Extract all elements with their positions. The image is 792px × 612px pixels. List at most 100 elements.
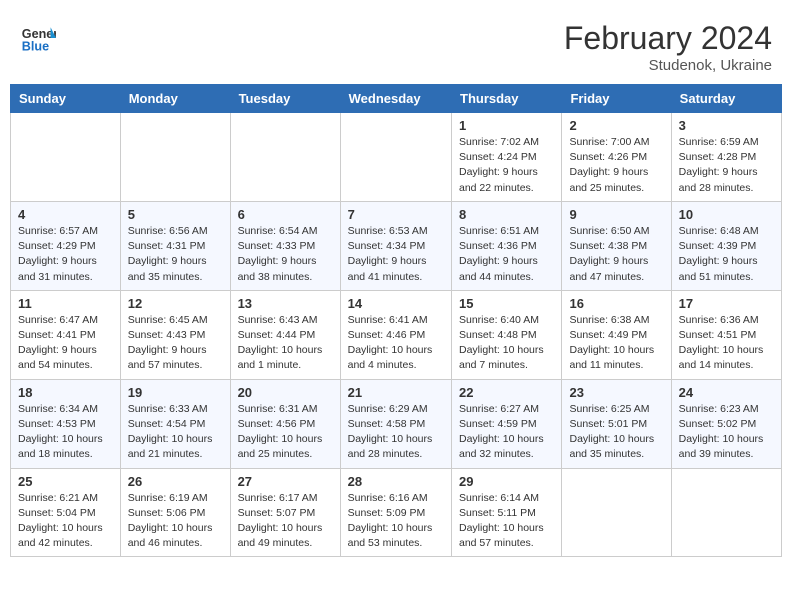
day-info: Sunrise: 6:27 AM Sunset: 4:59 PM Dayligh… (459, 402, 554, 463)
day-number: 11 (18, 296, 113, 311)
title-block: February 2024 Studenok, Ukraine (564, 20, 772, 74)
day-number: 26 (128, 474, 223, 489)
day-number: 17 (679, 296, 774, 311)
table-row: 1 Sunrise: 7:02 AM Sunset: 4:24 PM Daylig… (452, 113, 562, 202)
day-number: 22 (459, 385, 554, 400)
day-number: 5 (128, 207, 223, 222)
table-row: 20Sunrise: 6:31 AM Sunset: 4:56 PM Dayli… (230, 379, 340, 468)
day-number: 25 (18, 474, 113, 489)
table-row: 22 Sunrise: 6:27 AM Sunset: 4:59 PM Dayli… (452, 379, 562, 468)
day-info: Sunrise: 6:43 AM Sunset: 4:44 PM Dayligh… (238, 313, 333, 374)
table-row: 17 Sunrise: 6:36 AM Sunset: 4:51 PM Dayli… (671, 290, 781, 379)
calendar-week-row: 4Sunrise: 6:57 AM Sunset: 4:29 PM Daylig… (11, 201, 782, 290)
table-row: 9 Sunrise: 6:50 AM Sunset: 4:38 PM Daylig… (562, 201, 671, 290)
location-subtitle: Studenok, Ukraine (564, 57, 772, 74)
day-info: Sunrise: 6:54 AM Sunset: 4:33 PM Dayligh… (238, 224, 333, 285)
table-row (562, 468, 671, 557)
day-info: Sunrise: 7:00 AM Sunset: 4:26 PM Dayligh… (569, 135, 663, 196)
col-monday: Monday (120, 85, 230, 113)
calendar-table: Sunday Monday Tuesday Wednesday Thursday… (10, 84, 782, 557)
calendar-week-row: 25 Sunrise: 6:21 AM Sunset: 5:04 PM Dayli… (11, 468, 782, 557)
day-info: Sunrise: 6:19 AM Sunset: 5:06 PM Dayligh… (128, 491, 223, 552)
table-row (11, 113, 121, 202)
svg-text:Blue: Blue (22, 40, 49, 54)
day-number: 12 (128, 296, 223, 311)
day-number: 23 (569, 385, 663, 400)
day-info: Sunrise: 6:40 AM Sunset: 4:48 PM Dayligh… (459, 313, 554, 374)
table-row: 11 Sunrise: 6:47 AM Sunset: 4:41 PM Dayli… (11, 290, 121, 379)
table-row (120, 113, 230, 202)
day-info: Sunrise: 6:34 AM Sunset: 4:53 PM Dayligh… (18, 402, 113, 463)
table-row: 28Sunrise: 6:16 AM Sunset: 5:09 PM Dayli… (340, 468, 451, 557)
col-tuesday: Tuesday (230, 85, 340, 113)
day-number: 6 (238, 207, 333, 222)
table-row: 18 Sunrise: 6:34 AM Sunset: 4:53 PM Dayli… (11, 379, 121, 468)
table-row: 27 Sunrise: 6:17 AM Sunset: 5:07 PM Dayli… (230, 468, 340, 557)
day-number: 16 (569, 296, 663, 311)
day-number: 2 (569, 118, 663, 133)
table-row: 12 Sunrise: 6:45 AM Sunset: 4:43 PM Dayli… (120, 290, 230, 379)
logo-icon: General Blue (20, 20, 56, 56)
calendar-week-row: 18 Sunrise: 6:34 AM Sunset: 4:53 PM Dayli… (11, 379, 782, 468)
calendar-week-row: 11 Sunrise: 6:47 AM Sunset: 4:41 PM Dayli… (11, 290, 782, 379)
day-number: 18 (18, 385, 113, 400)
table-row: 8Sunrise: 6:51 AM Sunset: 4:36 PM Daylig… (452, 201, 562, 290)
col-friday: Friday (562, 85, 671, 113)
day-number: 19 (128, 385, 223, 400)
calendar-week-row: 1 Sunrise: 7:02 AM Sunset: 4:24 PM Daylig… (11, 113, 782, 202)
table-row: 7 Sunrise: 6:53 AM Sunset: 4:34 PM Daylig… (340, 201, 451, 290)
day-info: Sunrise: 6:45 AM Sunset: 4:43 PM Dayligh… (128, 313, 223, 374)
table-row: 10Sunrise: 6:48 AM Sunset: 4:39 PM Dayli… (671, 201, 781, 290)
day-info: Sunrise: 6:31 AM Sunset: 4:56 PM Dayligh… (238, 402, 333, 463)
table-row (340, 113, 451, 202)
day-info: Sunrise: 6:50 AM Sunset: 4:38 PM Dayligh… (569, 224, 663, 285)
day-number: 3 (679, 118, 774, 133)
day-info: Sunrise: 6:48 AM Sunset: 4:39 PM Dayligh… (679, 224, 774, 285)
day-number: 7 (348, 207, 444, 222)
day-info: Sunrise: 6:36 AM Sunset: 4:51 PM Dayligh… (679, 313, 774, 374)
table-row: 16Sunrise: 6:38 AM Sunset: 4:49 PM Dayli… (562, 290, 671, 379)
day-number: 28 (348, 474, 444, 489)
table-row: 23 Sunrise: 6:25 AM Sunset: 5:01 PM Dayli… (562, 379, 671, 468)
col-wednesday: Wednesday (340, 85, 451, 113)
table-row: 3 Sunrise: 6:59 AM Sunset: 4:28 PM Daylig… (671, 113, 781, 202)
col-saturday: Saturday (671, 85, 781, 113)
day-info: Sunrise: 6:57 AM Sunset: 4:29 PM Dayligh… (18, 224, 113, 285)
day-number: 27 (238, 474, 333, 489)
page-header: General Blue February 2024 Studenok, Ukr… (10, 10, 782, 79)
col-thursday: Thursday (452, 85, 562, 113)
day-info: Sunrise: 6:17 AM Sunset: 5:07 PM Dayligh… (238, 491, 333, 552)
day-info: Sunrise: 6:14 AM Sunset: 5:11 PM Dayligh… (459, 491, 554, 552)
day-info: Sunrise: 6:59 AM Sunset: 4:28 PM Dayligh… (679, 135, 774, 196)
day-number: 1 (459, 118, 554, 133)
day-info: Sunrise: 6:21 AM Sunset: 5:04 PM Dayligh… (18, 491, 113, 552)
day-info: Sunrise: 6:41 AM Sunset: 4:46 PM Dayligh… (348, 313, 444, 374)
table-row: 25 Sunrise: 6:21 AM Sunset: 5:04 PM Dayli… (11, 468, 121, 557)
table-row: 2 Sunrise: 7:00 AM Sunset: 4:26 PM Daylig… (562, 113, 671, 202)
day-info: Sunrise: 6:23 AM Sunset: 5:02 PM Dayligh… (679, 402, 774, 463)
day-number: 15 (459, 296, 554, 311)
day-number: 24 (679, 385, 774, 400)
table-row: 29 Sunrise: 6:14 AM Sunset: 5:11 PM Dayli… (452, 468, 562, 557)
day-info: Sunrise: 6:25 AM Sunset: 5:01 PM Dayligh… (569, 402, 663, 463)
table-row: 6 Sunrise: 6:54 AM Sunset: 4:33 PM Daylig… (230, 201, 340, 290)
day-number: 13 (238, 296, 333, 311)
day-info: Sunrise: 6:47 AM Sunset: 4:41 PM Dayligh… (18, 313, 113, 374)
month-year-title: February 2024 (564, 20, 772, 57)
table-row: 24 Sunrise: 6:23 AM Sunset: 5:02 PM Dayli… (671, 379, 781, 468)
day-info: Sunrise: 6:33 AM Sunset: 4:54 PM Dayligh… (128, 402, 223, 463)
day-info: Sunrise: 6:53 AM Sunset: 4:34 PM Dayligh… (348, 224, 444, 285)
table-row: 4Sunrise: 6:57 AM Sunset: 4:29 PM Daylig… (11, 201, 121, 290)
table-row: 13 Sunrise: 6:43 AM Sunset: 4:44 PM Dayli… (230, 290, 340, 379)
day-info: Sunrise: 6:51 AM Sunset: 4:36 PM Dayligh… (459, 224, 554, 285)
table-row: 26 Sunrise: 6:19 AM Sunset: 5:06 PM Dayli… (120, 468, 230, 557)
table-row: 19 Sunrise: 6:33 AM Sunset: 4:54 PM Dayli… (120, 379, 230, 468)
day-number: 9 (569, 207, 663, 222)
logo: General Blue (20, 20, 56, 56)
day-info: Sunrise: 7:02 AM Sunset: 4:24 PM Dayligh… (459, 135, 554, 196)
day-number: 29 (459, 474, 554, 489)
day-info: Sunrise: 6:29 AM Sunset: 4:58 PM Dayligh… (348, 402, 444, 463)
table-row (671, 468, 781, 557)
col-sunday: Sunday (11, 85, 121, 113)
table-row: 15 Sunrise: 6:40 AM Sunset: 4:48 PM Dayli… (452, 290, 562, 379)
